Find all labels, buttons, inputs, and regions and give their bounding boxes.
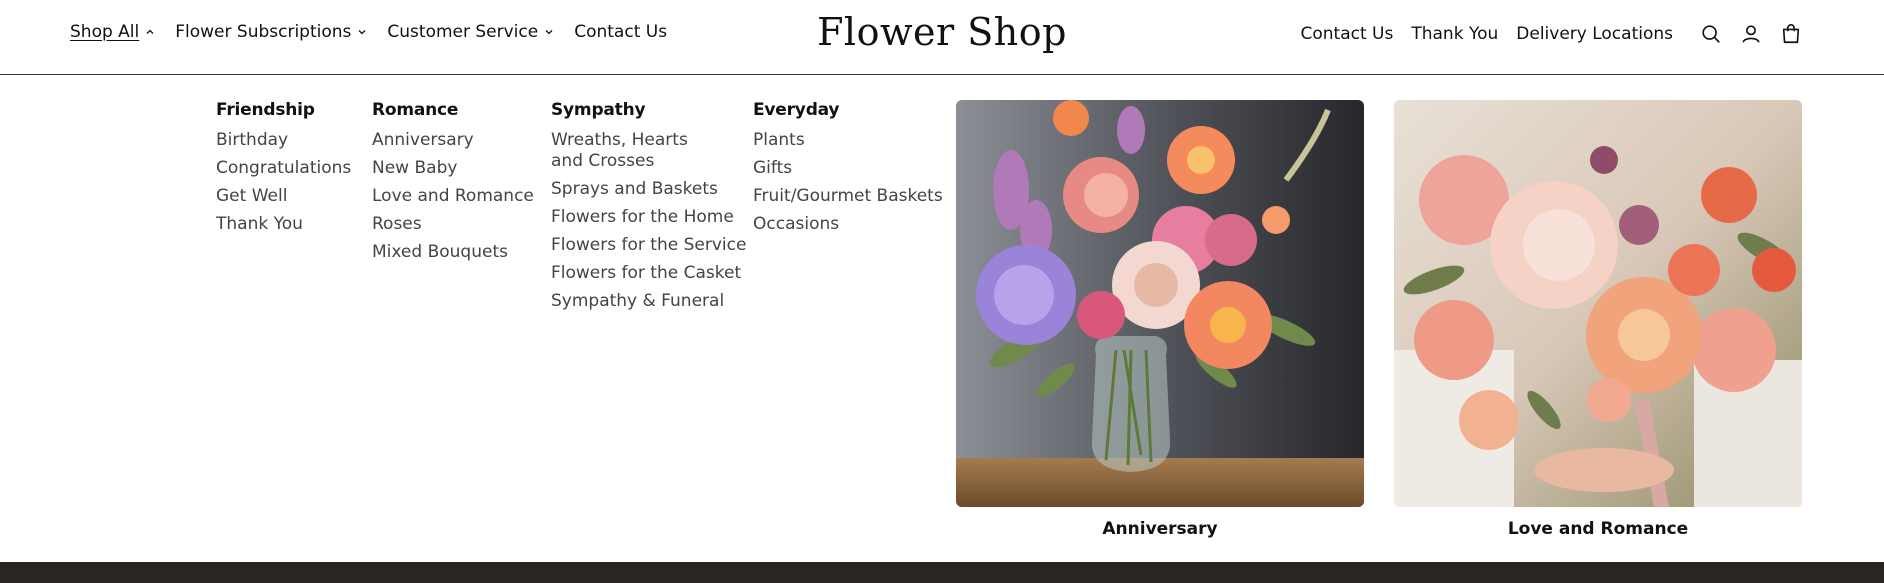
mega-menu: Friendship Birthday Congratulations Get …	[0, 76, 1884, 562]
menu-heading[interactable]: Everyday	[753, 100, 943, 120]
menu-heading[interactable]: Sympathy	[551, 100, 746, 120]
menu-heading[interactable]: Romance	[372, 100, 534, 120]
account-icon[interactable]	[1739, 22, 1763, 46]
menu-link[interactable]: Mixed Bouquets	[372, 242, 534, 263]
nav-contact-us[interactable]: Contact Us	[574, 22, 667, 42]
menu-link[interactable]: Roses	[372, 214, 534, 235]
site-header: Shop All Flower Subscriptions Customer S…	[0, 0, 1884, 75]
menu-link[interactable]: Birthday	[216, 130, 351, 151]
menu-column-romance: Romance Anniversary New Baby Love and Ro…	[372, 100, 534, 270]
featured-card-love-and-romance[interactable]: Love and Romance	[1394, 100, 1802, 539]
menu-link[interactable]: Sprays and Baskets	[551, 179, 746, 200]
nav-flower-subscriptions[interactable]: Flower Subscriptions	[175, 22, 367, 42]
featured-caption[interactable]: Anniversary	[956, 519, 1364, 539]
chevron-down-icon	[358, 30, 366, 35]
menu-column-sympathy: Sympathy Wreaths, Hearts and Crosses Spr…	[551, 100, 746, 319]
featured-card-anniversary[interactable]: Anniversary	[956, 100, 1364, 539]
featured-caption[interactable]: Love and Romance	[1394, 519, 1802, 539]
nav-shop-all-label: Shop All	[70, 22, 140, 42]
menu-link[interactable]: Sympathy & Funeral	[551, 291, 746, 312]
menu-link[interactable]: Flowers for the Service	[551, 235, 746, 256]
menu-link[interactable]: Wreaths, Hearts and Crosses	[551, 130, 691, 172]
nav-shop-all[interactable]: Shop All	[70, 22, 155, 42]
header-icons	[1699, 22, 1803, 46]
menu-link[interactable]: New Baby	[372, 158, 534, 179]
menu-link[interactable]: Occasions	[753, 214, 943, 235]
bouquet-handheld-image[interactable]	[1394, 100, 1802, 507]
nav-flower-subscriptions-label: Flower Subscriptions	[175, 22, 352, 42]
menu-link[interactable]: Thank You	[216, 214, 351, 235]
menu-column-friendship: Friendship Birthday Congratulations Get …	[216, 100, 351, 242]
nav-customer-service-label: Customer Service	[387, 22, 539, 42]
menu-column-everyday: Everyday Plants Gifts Fruit/Gourmet Bask…	[753, 100, 943, 242]
menu-link[interactable]: Love and Romance	[372, 186, 534, 207]
nav-right-contact-us[interactable]: Contact Us	[1301, 24, 1394, 44]
nav-right-thank-you[interactable]: Thank You	[1411, 24, 1498, 44]
nav-customer-service[interactable]: Customer Service	[387, 22, 554, 42]
secondary-nav: Contact Us Thank You Delivery Locations	[1301, 22, 1804, 46]
menu-link[interactable]: Gifts	[753, 158, 943, 179]
menu-link[interactable]: Flowers for the Home	[551, 207, 746, 228]
cart-icon[interactable]	[1779, 22, 1803, 46]
menu-link[interactable]: Congratulations	[216, 158, 351, 179]
site-logo[interactable]: Flower Shop	[817, 10, 1067, 54]
menu-link[interactable]: Anniversary	[372, 130, 534, 151]
chevron-up-icon	[146, 29, 154, 34]
menu-link[interactable]: Flowers for the Casket	[551, 263, 746, 284]
menu-link[interactable]: Fruit/Gourmet Baskets	[753, 186, 943, 207]
nav-contact-us-label: Contact Us	[574, 22, 668, 42]
menu-link[interactable]: Plants	[753, 130, 943, 151]
nav-right-delivery-locations[interactable]: Delivery Locations	[1516, 24, 1673, 44]
search-icon[interactable]	[1699, 22, 1723, 46]
page-content-edge	[0, 562, 1884, 583]
primary-nav: Shop All Flower Subscriptions Customer S…	[70, 22, 667, 42]
menu-link[interactable]: Get Well	[216, 186, 351, 207]
bouquet-vase-image[interactable]	[956, 100, 1364, 507]
chevron-down-icon	[545, 30, 553, 35]
menu-heading[interactable]: Friendship	[216, 100, 351, 120]
